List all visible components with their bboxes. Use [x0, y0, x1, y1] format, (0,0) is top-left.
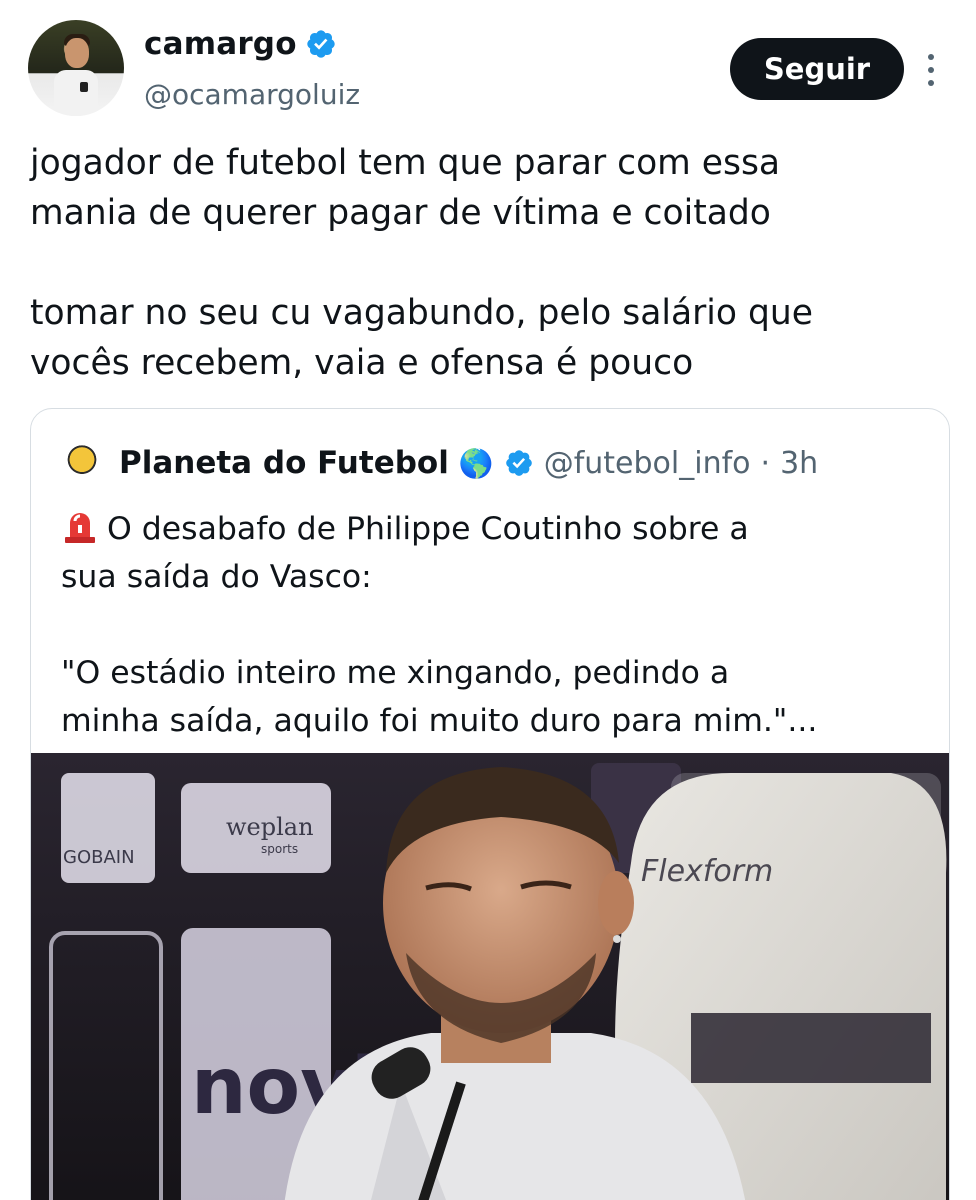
quoted-avatar[interactable] — [61, 442, 103, 484]
follow-button[interactable]: Seguir — [730, 38, 904, 100]
backdrop-text: weplan — [226, 813, 314, 841]
siren-emoji-icon — [65, 513, 95, 543]
author-name-row[interactable]: camargo — [144, 24, 337, 64]
author-avatar[interactable] — [28, 20, 124, 116]
tweet-line: tomar no seu cu vagabundo, pelo salário … — [30, 293, 813, 333]
backdrop-text: GOBAIN — [63, 847, 135, 868]
more-vertical-icon[interactable] — [920, 50, 942, 90]
author-display-name[interactable]: camargo — [144, 26, 297, 62]
quoted-separator: · — [760, 445, 771, 481]
quoted-tweet[interactable]: Planeta do Futebol 🌎 @futebol_info · 3h … — [30, 408, 950, 1200]
quoted-line: O desabafo de Philippe Coutinho sobre a — [107, 511, 749, 547]
quoted-handle[interactable]: @futebol_info — [544, 446, 751, 481]
quoted-text: O desabafo de Philippe Coutinho sobre a … — [61, 505, 931, 745]
quoted-line: minha saída, aquilo foi muito duro para … — [61, 703, 818, 739]
backdrop-text: sports — [261, 842, 298, 856]
quoted-time[interactable]: 3h — [780, 446, 818, 481]
tweet-header: camargo @ocamargoluiz Seguir — [0, 0, 976, 130]
quoted-display-name[interactable]: Planeta do Futebol — [119, 445, 449, 481]
tweet-line: mania de querer pagar de vítima e coitad… — [30, 193, 771, 233]
press-conference-photo: GOBAIN weplan sports novi Flexform — [31, 753, 949, 1200]
tweet-line: jogador de futebol tem que parar com ess… — [30, 143, 781, 183]
tweet-text: jogador de futebol tem que parar com ess… — [30, 138, 960, 388]
quoted-header: Planeta do Futebol 🌎 @futebol_info · 3h — [61, 441, 818, 485]
globe-emoji-icon: 🌎 — [458, 446, 494, 480]
quoted-media-image[interactable]: GOBAIN weplan sports novi Flexform — [31, 753, 949, 1200]
chair-brand-text: Flexform — [641, 854, 773, 889]
verified-badge-icon — [307, 30, 335, 58]
tweet-line: vocês recebem, vaia e ofensa é pouco — [30, 343, 694, 383]
author-handle[interactable]: @ocamargoluiz — [144, 78, 360, 111]
verified-badge-icon — [505, 450, 532, 476]
quoted-line: "O estádio inteiro me xingando, pedindo … — [61, 655, 730, 691]
quoted-line: sua saída do Vasco: — [61, 559, 372, 595]
